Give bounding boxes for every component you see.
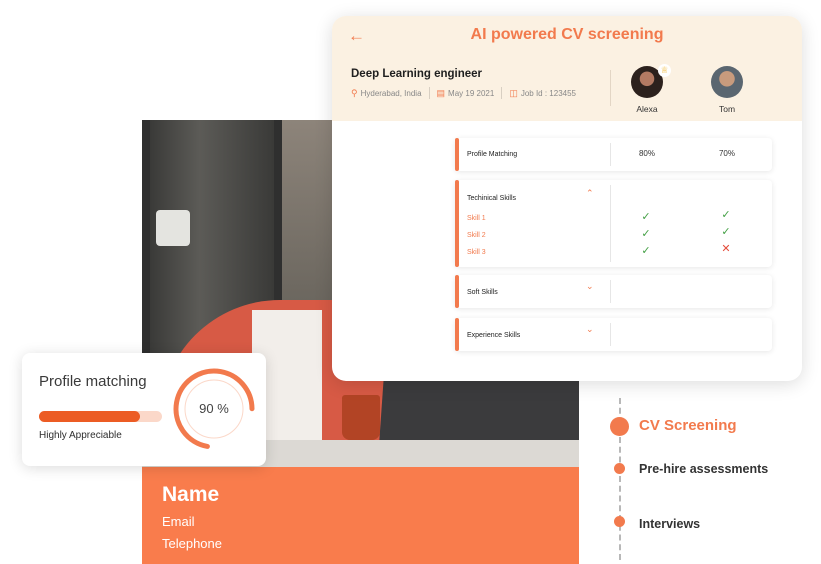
section-experience-skills[interactable]: Experience Skills ⌄ xyxy=(455,318,772,351)
candidate-telephone: Telephone xyxy=(162,536,222,551)
candidate-email: Email xyxy=(162,514,195,529)
step-pre-hire-assessments[interactable]: Pre-hire assessments xyxy=(639,462,768,476)
job-date: May 19 2021 xyxy=(448,88,495,98)
avatar: ♕ xyxy=(631,64,671,98)
crown-icon: ♕ xyxy=(658,64,671,77)
candidate-alexa[interactable]: ♕ Alexa xyxy=(617,64,677,114)
step-dot xyxy=(614,463,625,474)
location-pin-icon: ⚲ xyxy=(351,87,358,98)
step-cv-screening[interactable]: CV Screening xyxy=(639,417,737,434)
section-label: Experience Skills xyxy=(467,332,521,339)
skill-label: Skill 1 xyxy=(467,215,486,222)
candidate-contact-card: Name Email Telephone xyxy=(142,467,579,564)
section-soft-skills[interactable]: Soft Skills ⌄ xyxy=(455,275,772,308)
step-dot xyxy=(614,516,625,527)
job-location: Hyderabad, India xyxy=(360,88,422,98)
cross-icon: ✕ xyxy=(721,243,731,255)
profile-match-tom: 70% xyxy=(718,149,735,158)
skill-label: Skill 2 xyxy=(467,232,486,239)
cv-screening-panel: ← AI powered CV screening Deep Learning … xyxy=(332,16,802,381)
candidate-tom[interactable]: Tom xyxy=(697,66,757,114)
step-interviews[interactable]: Interviews xyxy=(639,517,700,531)
job-title: Deep Learning engineer xyxy=(351,68,483,80)
candidate-label: Alexa xyxy=(636,104,658,114)
avatar xyxy=(711,66,743,98)
cv-panel-header: ← AI powered CV screening Deep Learning … xyxy=(332,16,802,121)
job-id: Job Id : 123455 xyxy=(520,88,576,98)
profile-matching-title: Profile matching xyxy=(39,373,147,390)
section-profile-matching: Profile Matching 80% 70% xyxy=(455,138,772,171)
check-icon: ✓ xyxy=(641,245,651,257)
profile-matching-progress-bar xyxy=(39,411,162,422)
section-label: Techinical Skills xyxy=(467,195,517,202)
header-divider xyxy=(610,70,611,106)
chevron-down-icon[interactable]: ⌄ xyxy=(586,324,594,335)
check-icon: ✓ xyxy=(721,209,731,221)
section-label: Profile Matching xyxy=(467,151,518,158)
profile-matching-subtitle: Highly Appreciable xyxy=(39,430,122,441)
section-technical-skills[interactable]: Techinical Skills ⌃ Skill 1 Skill 2 Skil… xyxy=(455,180,772,267)
profile-matching-percent: 90 % xyxy=(199,401,229,416)
step-dot-active xyxy=(610,417,629,436)
skill-label: Skill 3 xyxy=(467,249,486,256)
chevron-up-icon[interactable]: ⌃ xyxy=(586,188,594,199)
candidate-label: Tom xyxy=(718,104,736,114)
chevron-down-icon[interactable]: ⌄ xyxy=(586,281,594,292)
profile-matching-card: Profile matching Highly Appreciable 90 % xyxy=(22,353,266,466)
profile-matching-progress-fill xyxy=(39,411,140,422)
check-icon: ✓ xyxy=(641,228,651,240)
check-icon: ✓ xyxy=(721,226,731,238)
document-icon: ◫ xyxy=(509,87,518,98)
photo-cup xyxy=(342,395,380,440)
candidate-name: Name xyxy=(162,483,220,506)
check-icon: ✓ xyxy=(641,211,651,223)
job-meta: ⚲ Hyderabad, India ▤ May 19 2021 ◫ Job I… xyxy=(351,87,576,99)
profile-match-alexa: 80% xyxy=(638,149,655,158)
cv-panel-title: AI powered CV screening xyxy=(470,26,664,43)
calendar-icon: ▤ xyxy=(436,87,446,98)
photo-window-handle xyxy=(156,210,190,246)
section-label: Soft Skills xyxy=(467,289,498,296)
